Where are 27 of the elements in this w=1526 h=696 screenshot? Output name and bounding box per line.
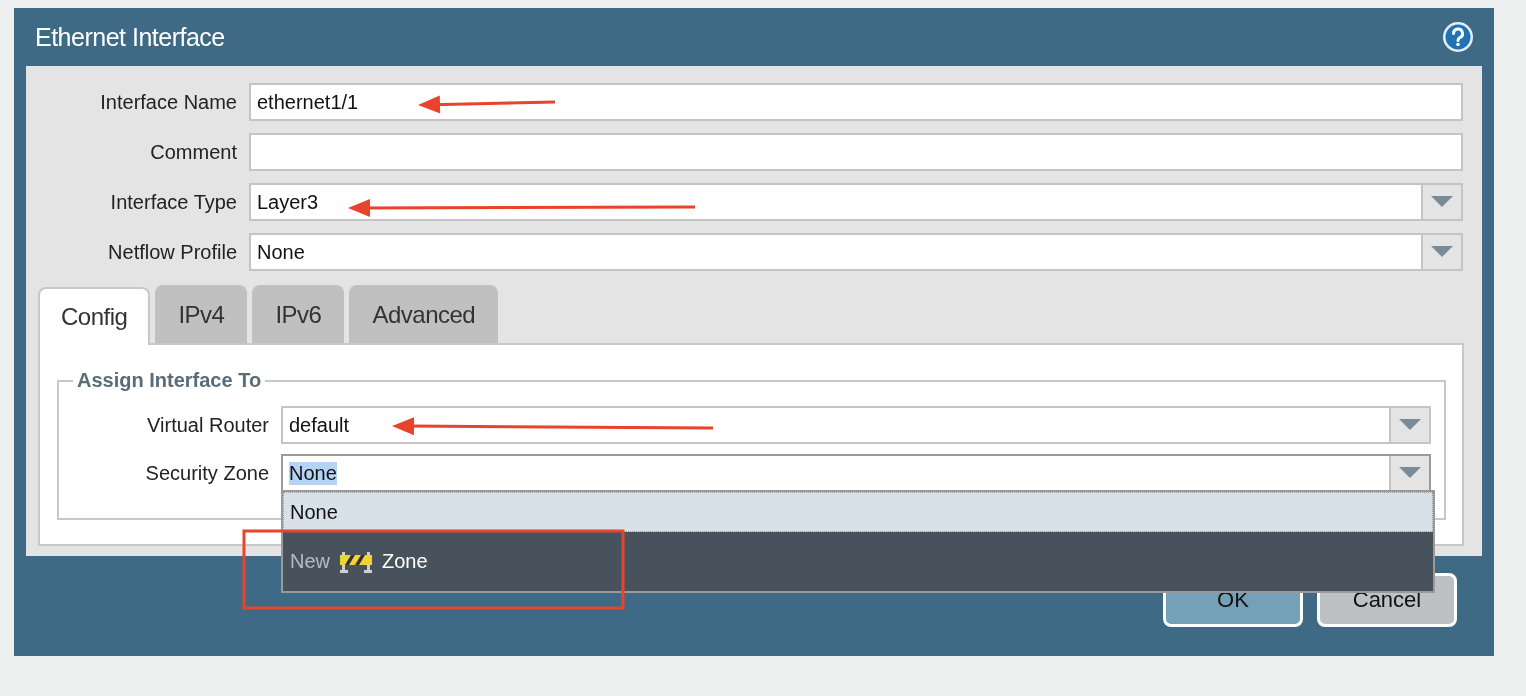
help-icon[interactable]: [1442, 21, 1474, 53]
select-field[interactable]: default: [281, 406, 1431, 444]
field-label: Interface Type: [109, 190, 237, 214]
option-label: Zone: [382, 550, 428, 573]
caret-icon: [1399, 419, 1421, 431]
tab[interactable]: IPv4: [155, 285, 248, 343]
input-field[interactable]: ethernet1/1: [249, 83, 1463, 121]
section-title: Assign Interface To: [76, 369, 263, 392]
field-label: Security Zone: [144, 461, 269, 485]
tab[interactable]: Config: [38, 287, 151, 345]
dropdown-option[interactable]: None: [283, 492, 1433, 532]
option-prefix: New: [290, 550, 330, 573]
dialog-title: Ethernet Interface: [35, 22, 225, 52]
select-field[interactable]: None: [249, 233, 1463, 271]
caret-icon: [1431, 196, 1453, 208]
field-label: Virtual Router: [146, 413, 269, 437]
tab[interactable]: IPv6: [252, 285, 345, 343]
field-label: Interface Name: [99, 90, 237, 114]
barricade-icon: [340, 550, 372, 573]
field-label: Comment: [149, 140, 237, 164]
new-zone-option[interactable]: New Zone: [283, 532, 1433, 591]
field-label: Netflow Profile: [107, 240, 237, 264]
caret-icon: [1399, 467, 1421, 479]
tab[interactable]: Advanced: [349, 285, 499, 343]
input-field[interactable]: [249, 133, 1463, 171]
select-field[interactable]: Layer3: [249, 183, 1463, 221]
caret-icon: [1431, 246, 1453, 258]
